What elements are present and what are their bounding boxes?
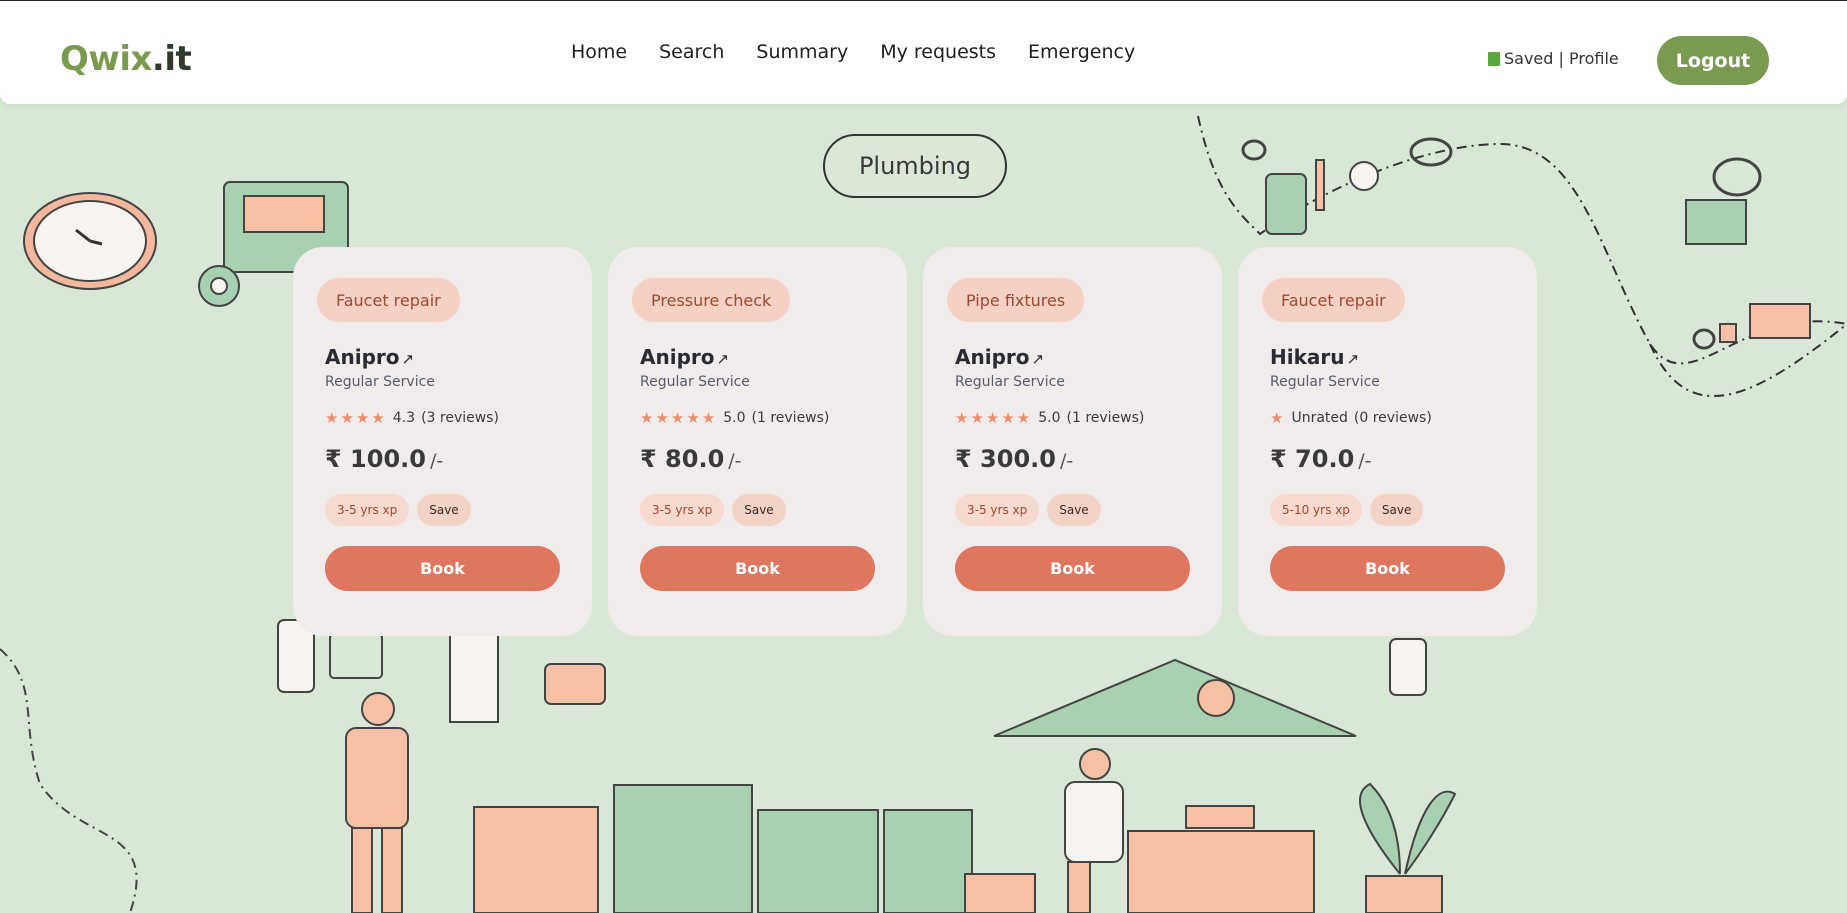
price-value: ₹ 300.0 xyxy=(955,445,1056,473)
nav-my-requests[interactable]: My requests xyxy=(880,41,996,63)
price-unit: /- xyxy=(728,450,742,472)
price: ₹ 300.0/- xyxy=(955,445,1073,473)
provider-name[interactable]: Anipro ↗ xyxy=(325,345,414,369)
service-type: Regular Service xyxy=(325,374,435,390)
experience-badge: 3-5 yrs xp xyxy=(640,494,725,526)
provider-name[interactable]: Anipro ↗ xyxy=(640,345,729,369)
logo-main: Qwix xyxy=(60,39,152,79)
star-icons: ★ xyxy=(1270,409,1286,427)
rating-row: ★★★★★ 5.0 (1 reviews) xyxy=(640,409,829,427)
chip-row: 5-10 yrs xp Save xyxy=(1270,494,1424,526)
review-count: (1 reviews) xyxy=(1066,410,1145,426)
save-button[interactable]: Save xyxy=(1369,494,1424,526)
external-link-icon[interactable]: ↗ xyxy=(717,350,730,368)
chip-row: 3-5 yrs xp Save xyxy=(640,494,786,526)
service-type: Regular Service xyxy=(1270,374,1380,390)
saved-profile-label: Saved | Profile xyxy=(1504,49,1619,68)
service-type: Regular Service xyxy=(955,374,1065,390)
nav-search[interactable]: Search xyxy=(659,41,724,63)
price-value: ₹ 70.0 xyxy=(1270,445,1355,473)
save-button[interactable]: Save xyxy=(417,494,471,526)
rating-row: ★★★★ 4.3 (3 reviews) xyxy=(325,409,499,427)
rating-value: 5.0 xyxy=(723,410,746,426)
review-count: (3 reviews) xyxy=(421,410,499,426)
experience-badge: 3-5 yrs xp xyxy=(955,494,1040,526)
price-unit: /- xyxy=(429,450,444,472)
price-unit: /- xyxy=(1059,450,1074,472)
save-button[interactable]: Save xyxy=(732,494,786,526)
provider-name-text: Anipro xyxy=(325,345,400,369)
rating-row: ★ Unrated (0 reviews) xyxy=(1270,409,1432,427)
external-link-icon[interactable]: ↗ xyxy=(1347,350,1360,368)
star-icons: ★★★★★ xyxy=(640,409,718,427)
service-tag: Faucet repair xyxy=(1262,278,1405,322)
star-icons: ★★★★ xyxy=(325,409,387,427)
plant-icon xyxy=(1359,782,1457,913)
nav-emergency[interactable]: Emergency xyxy=(1028,41,1135,63)
experience-badge: 5-10 yrs xp xyxy=(1270,494,1362,526)
provider-card: Faucet repair Anipro ↗ Regular Service ★★… xyxy=(293,247,592,636)
review-count: (1 reviews) xyxy=(751,410,830,426)
rating-value: 4.3 xyxy=(392,410,416,426)
green-book-icon xyxy=(1488,51,1500,66)
price: ₹ 80.0/- xyxy=(640,445,742,473)
price: ₹ 100.0/- xyxy=(325,445,443,473)
price-unit: /- xyxy=(1358,450,1372,472)
service-tag: Pressure check xyxy=(632,278,791,322)
logout-button[interactable]: Logout xyxy=(1657,36,1769,85)
provider-name[interactable]: Anipro ↗ xyxy=(955,345,1044,369)
star-icons: ★★★★★ xyxy=(955,409,1033,427)
nav-home[interactable]: Home xyxy=(571,41,627,63)
service-tag: Pipe fixtures xyxy=(947,278,1085,322)
experience-badge: 3-5 yrs xp xyxy=(325,494,410,526)
logo[interactable]: Qwix.it xyxy=(60,39,192,79)
chip-row: 3-5 yrs xp Save xyxy=(955,494,1101,526)
rating-row: ★★★★★ 5.0 (1 reviews) xyxy=(955,409,1144,427)
logo-suffix: .it xyxy=(151,39,192,79)
provider-card: Pipe fixtures Anipro ↗ Regular Service ★★… xyxy=(923,247,1222,636)
provider-name-text: Anipro xyxy=(640,345,715,369)
price: ₹ 70.0/- xyxy=(1270,445,1372,473)
price-value: ₹ 80.0 xyxy=(640,445,725,473)
price-value: ₹ 100.0 xyxy=(325,445,426,473)
review-count: (0 reviews) xyxy=(1353,410,1432,426)
book-button[interactable]: Book xyxy=(1270,546,1505,591)
chip-row: 3-5 yrs xp Save xyxy=(325,494,471,526)
external-link-icon[interactable]: ↗ xyxy=(402,350,415,368)
category-heading: Plumbing xyxy=(823,134,1007,198)
service-tag: Faucet repair xyxy=(317,278,460,322)
book-button[interactable]: Book xyxy=(955,546,1190,591)
provider-name[interactable]: Hikaru ↗ xyxy=(1270,345,1359,369)
top-navbar: Qwix.it Home Search Summary My requests … xyxy=(0,1,1847,104)
main-nav: Home Search Summary My requests Emergenc… xyxy=(571,41,1135,63)
provider-card: Pressure check Anipro ↗ Regular Service ★… xyxy=(608,247,907,636)
plumber-left-icon xyxy=(345,692,409,913)
save-button[interactable]: Save xyxy=(1047,494,1101,526)
clock-icon xyxy=(23,192,157,290)
provider-name-text: Anipro xyxy=(955,345,1030,369)
nav-summary[interactable]: Summary xyxy=(756,41,848,63)
plumber-right-icon xyxy=(1064,748,1124,913)
saved-profile-link[interactable]: Saved | Profile xyxy=(1488,49,1619,68)
book-button[interactable]: Book xyxy=(325,546,560,591)
rating-value: Unrated xyxy=(1291,410,1348,426)
rating-value: 5.0 xyxy=(1038,410,1061,426)
provider-name-text: Hikaru xyxy=(1270,345,1345,369)
provider-card: Faucet repair Hikaru ↗ Regular Service ★ … xyxy=(1238,247,1537,636)
external-link-icon[interactable]: ↗ xyxy=(1032,350,1045,368)
service-type: Regular Service xyxy=(640,374,750,390)
book-button[interactable]: Book xyxy=(640,546,875,591)
